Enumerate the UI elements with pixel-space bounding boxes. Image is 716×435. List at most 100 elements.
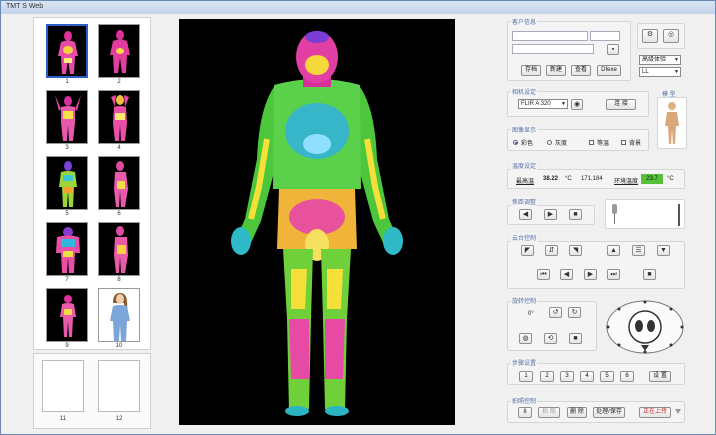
body-model-icon (665, 102, 679, 144)
window-title: TMT S Web (6, 3, 44, 10)
rotate-ccw-icon[interactable]: ↺ (549, 307, 562, 318)
ptz-down-icon[interactable]: ▼ (657, 245, 670, 256)
process-save-button[interactable]: 处理/保存 (593, 407, 625, 418)
temp-unit: °C (565, 176, 572, 182)
patient-id-field[interactable] (590, 31, 620, 41)
thumbnail-12[interactable] (98, 360, 140, 412)
max-temp-value: 38.22 (543, 176, 559, 182)
background-label: 背景 (629, 141, 642, 147)
chevron-down-icon: ▼ (674, 69, 679, 75)
ptz-stop-icon[interactable]: ■ (643, 269, 656, 280)
thumbnail-2[interactable] (98, 24, 140, 78)
ptz-up-left-icon[interactable]: ◤ (521, 245, 534, 256)
level-select-value: LL (642, 69, 649, 75)
thumbnail-9[interactable] (46, 288, 88, 342)
ptz-left-icon[interactable]: ◀ (560, 269, 573, 280)
gray-radio[interactable] (547, 140, 552, 145)
group-label: 旋转控制 (511, 296, 538, 305)
temp-unit: °C (667, 176, 674, 182)
globe-icon[interactable]: ◎ (663, 29, 679, 43)
thumbnail-11[interactable] (42, 360, 84, 412)
step-4-button[interactable]: 4 (580, 371, 594, 382)
thumbnail-front-small-image (60, 295, 76, 337)
focus-near-icon[interactable]: ◀ (519, 209, 532, 220)
thumbnail-panel-lower: 11 12 (33, 353, 151, 429)
thumbnail-front-lime-image (59, 161, 77, 207)
level-select[interactable]: LL ▼ (639, 67, 681, 77)
upload-status-button[interactable]: 正在上传 (639, 407, 671, 418)
thumbnail-panel: 1 2 3 4 5 6 7 8 9 10 (33, 17, 151, 350)
thumbnail-label: 5 (65, 211, 69, 217)
step-1-button[interactable]: 1 (519, 371, 533, 382)
ptz-home-icon[interactable]: ⏮ (537, 269, 550, 280)
turntable-dial[interactable] (605, 299, 685, 355)
browse-button[interactable]: ▪ (607, 44, 619, 55)
step-6-button[interactable]: 6 (620, 371, 634, 382)
thumbnail-hands-head-image (111, 95, 129, 141)
thumbnail-label: 3 (65, 145, 69, 151)
light-icon[interactable]: ◍ (519, 333, 532, 344)
focus-stop-icon[interactable]: ■ (569, 209, 582, 220)
ptz-up-icon[interactable]: ▲ (607, 245, 620, 256)
settings-icon[interactable]: ⚙ (642, 29, 658, 43)
env-temp-label: 环境温度 (614, 179, 639, 185)
thermal-image-viewer[interactable] (179, 19, 455, 425)
thumbnail-front-image (58, 31, 78, 74)
patient-notes-field[interactable] (512, 44, 594, 54)
delete-button[interactable]: 删 除 (567, 407, 587, 418)
thumbnail-label: 8 (117, 277, 121, 283)
mode-select[interactable]: 高级体验 ▼ (639, 55, 681, 65)
step-5-button[interactable]: 5 (600, 371, 614, 382)
thumbnail-label: 1 (65, 79, 69, 85)
archive-button[interactable]: 存档 (521, 65, 541, 76)
connect-button[interactable]: 连 接 (606, 99, 636, 110)
step-2-button[interactable]: 2 (540, 371, 554, 382)
color-radio[interactable] (513, 140, 518, 145)
dfexe-button[interactable]: Dfexe (597, 65, 621, 76)
thumbnail-label: 10 (115, 343, 123, 349)
patient-name-field[interactable] (512, 31, 588, 41)
rotate-cw-icon[interactable]: ↻ (568, 307, 581, 318)
thumbnail-7[interactable] (46, 222, 88, 276)
dropdown-arrow-icon[interactable] (675, 409, 681, 415)
group-label: 拍照控制 (511, 396, 538, 405)
thumbnail-6[interactable] (98, 156, 140, 210)
thumbnail-label: 11 (59, 416, 67, 422)
steps-set-button[interactable]: 设 置 (649, 371, 671, 382)
thumbnail-1[interactable] (46, 24, 88, 78)
focus-slider-thumb[interactable] (612, 204, 617, 214)
ptz-center-icon[interactable]: ☰ (632, 245, 645, 256)
group-label: 温度设定 (511, 161, 538, 170)
ptz-up-right-icon[interactable]: ◥ (569, 245, 582, 256)
ptz-mid-icon[interactable]: ⇵ (545, 245, 558, 256)
isotherm-label: 等温 (597, 141, 610, 147)
step-3-button[interactable]: 3 (560, 371, 574, 382)
camera-icon[interactable]: ◉ (571, 99, 583, 110)
isotherm-checkbox[interactable] (589, 140, 594, 145)
thumbnail-10[interactable] (98, 288, 140, 342)
group-label: 焦距调整 (511, 197, 538, 206)
rotate-stop-icon[interactable]: ■ (569, 333, 582, 344)
camera-select[interactable]: FLIR A 320 ▼ (518, 99, 568, 109)
thumbnail-label: 6 (117, 211, 121, 217)
env-temp-value[interactable]: 23.7 (641, 174, 663, 184)
ptz-end-icon[interactable]: ⏭ (607, 269, 620, 280)
rotate-angle: 0° (528, 311, 534, 317)
view-button[interactable]: 查看 (571, 65, 591, 76)
thumbnail-5[interactable] (46, 156, 88, 210)
model-preview[interactable] (657, 97, 687, 149)
ptz-right-icon[interactable]: ▶ (584, 269, 597, 280)
background-checkbox[interactable] (621, 140, 626, 145)
new-button[interactable]: 新建 (546, 65, 566, 76)
focus-far-icon[interactable]: ▶ (544, 209, 557, 220)
color-label: 彩色 (521, 141, 534, 147)
capture-button[interactable]: 拍 照 (538, 407, 560, 418)
gray-label: 灰度 (555, 141, 568, 147)
pause-button[interactable]: II (518, 407, 532, 418)
thumbnail-4[interactable] (98, 90, 140, 144)
title-bar[interactable]: TMT S Web (1, 1, 715, 14)
focus-slider[interactable] (605, 199, 685, 229)
thumbnail-3[interactable] (46, 90, 88, 144)
reset-icon[interactable]: ⟲ (544, 333, 557, 344)
thumbnail-8[interactable] (98, 222, 140, 276)
